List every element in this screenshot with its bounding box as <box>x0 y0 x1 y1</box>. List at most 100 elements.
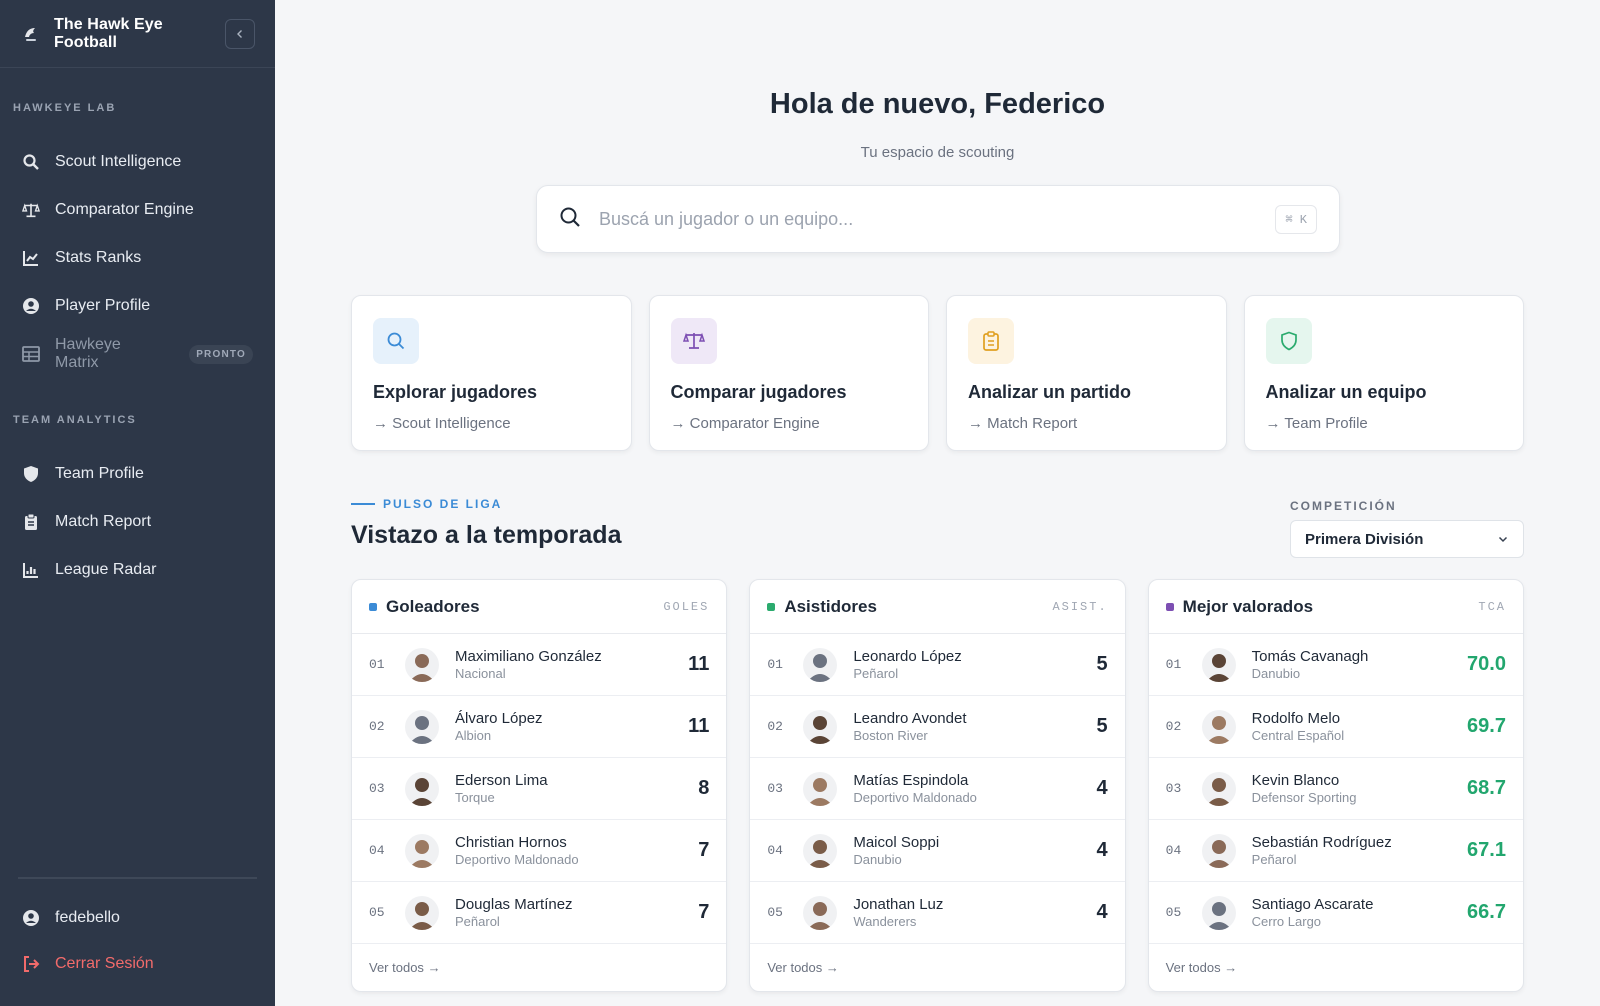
card-subtitle: → Team Profile <box>1266 415 1503 432</box>
logout-icon <box>22 955 40 973</box>
competition-label: COMPETICIÓN <box>1290 499 1397 513</box>
arrow-right-icon: → <box>1224 959 1238 975</box>
player-name: Sebastián Rodríguez <box>1251 834 1392 851</box>
player-avatar <box>1201 895 1236 930</box>
list-item[interactable]: 01 Maximiliano González Nacional 11 <box>352 634 727 696</box>
stat-value: 4 <box>1096 777 1108 799</box>
global-search[interactable]: ⌘ K <box>536 185 1340 253</box>
player-avatar <box>1201 647 1236 682</box>
sidebar-item-label: Comparator Engine <box>55 201 194 218</box>
list-item[interactable]: 04 Maicol Soppi Danubio 4 <box>750 820 1125 882</box>
player-avatar <box>803 771 838 806</box>
list-item[interactable]: 03 Kevin Blanco Defensor Sporting 68.7 <box>1148 758 1523 820</box>
list-item[interactable]: 01 Tomás Cavanagh Danubio 70.0 <box>1148 634 1523 696</box>
logout-button[interactable]: Cerrar Sesión <box>0 941 275 987</box>
rank: 01 <box>767 657 783 672</box>
clipboard-icon <box>22 513 40 531</box>
player-team: Danubio <box>1251 666 1301 681</box>
leaderboards: Goleadores GOLES 01 Maximiliano González… <box>351 579 1524 992</box>
list-item[interactable]: 01 Leonardo López Peñarol 5 <box>750 634 1125 696</box>
player-avatar <box>1201 771 1236 806</box>
list-item[interactable]: 02 Rodolfo Melo Central Español 69.7 <box>1148 696 1523 758</box>
main-content: Hola de nuevo, Federico Tu espacio de sc… <box>275 0 1600 1006</box>
leaderboard-asistidores: Asistidores ASIST. 01 Leonardo López Peñ… <box>749 579 1126 992</box>
competition-select[interactable]: Primera División <box>1290 520 1524 558</box>
collapse-sidebar-button[interactable] <box>225 18 255 49</box>
list-item[interactable]: 05 Jonathan Luz Wanderers 4 <box>750 882 1125 944</box>
user-profile-link[interactable]: fedebello <box>0 895 275 941</box>
player-name: Jonathan Luz <box>853 896 944 913</box>
stat-value: 7 <box>698 839 710 861</box>
greeting-subtitle: Tu espacio de scouting <box>860 144 1015 161</box>
list-item[interactable]: 02 Leandro Avondet Boston River 5 <box>750 696 1125 758</box>
quick-action-card-analizar-un-equipo[interactable]: Analizar un equipo → Team Profile <box>1243 295 1524 451</box>
list-item[interactable]: 02 Álvaro López Albion 11 <box>352 696 727 758</box>
see-all-link[interactable]: Ver todos → <box>750 944 1124 990</box>
bar-chart-icon <box>22 561 40 579</box>
player-name: Christian Hornos <box>455 834 567 851</box>
scale-icon <box>22 201 40 219</box>
player-name: Santiago Ascarate <box>1251 896 1374 913</box>
season-title: Vistazo a la temporada <box>351 521 622 549</box>
username: fedebello <box>55 909 120 926</box>
sidebar-item-player-profile[interactable]: Player Profile <box>0 282 275 330</box>
search-icon <box>559 206 581 233</box>
sidebar-item-match-report[interactable]: Match Report <box>0 498 275 546</box>
card-subtitle-label: Scout Intelligence <box>392 415 511 432</box>
legend-dot <box>1165 602 1174 611</box>
list-item[interactable]: 04 Christian Hornos Deportivo Maldonado … <box>352 820 727 882</box>
quick-action-card-analizar-un-partido[interactable]: Analizar un partido → Match Report <box>946 295 1227 451</box>
sidebar-item-stats-ranks[interactable]: Stats Ranks <box>0 234 275 282</box>
rank: 05 <box>767 905 783 920</box>
player-team: Central Español <box>1251 728 1345 743</box>
player-team: Wanderers <box>853 914 917 929</box>
arrow-right-icon: → <box>373 415 393 432</box>
search-icon <box>22 153 40 171</box>
see-all-label: Ver todos <box>369 959 424 975</box>
card-title: Comparar jugadores <box>670 382 847 402</box>
leaderboard-goleadores: Goleadores GOLES 01 Maximiliano González… <box>351 579 728 992</box>
app-title: The Hawk Eye Football <box>54 15 163 51</box>
sidebar-item-label: Stats Ranks <box>55 249 142 266</box>
sidebar: The Hawk Eye Football HAWKEYE LAB Scout … <box>0 0 275 1006</box>
see-all-link[interactable]: Ver todos → <box>352 944 726 990</box>
list-item[interactable]: 03 Matías Espindola Deportivo Maldonado … <box>750 758 1125 820</box>
legend-dot <box>767 602 776 611</box>
stat-value: 8 <box>698 777 710 799</box>
coming-soon-badge: PRONTO <box>189 344 253 364</box>
rank: 02 <box>767 719 783 734</box>
section-label-team-analytics: TEAM ANALYTICS <box>13 414 137 426</box>
rank: 04 <box>369 843 385 858</box>
sidebar-item-label: Hawkeye Matrix <box>55 336 121 371</box>
sidebar-item-scout-intelligence[interactable]: Scout Intelligence <box>0 138 275 186</box>
card-subtitle-label: Comparator Engine <box>689 415 820 432</box>
sidebar-item-comparator-engine[interactable]: Comparator Engine <box>0 186 275 234</box>
sidebar-item-team-profile[interactable]: Team Profile <box>0 450 275 498</box>
table-icon <box>22 345 40 363</box>
card-subtitle: → Scout Intelligence <box>373 415 610 432</box>
leaderboard-title: Goleadores <box>386 596 480 616</box>
leaderboard-title: Mejor valorados <box>1182 596 1314 616</box>
metric-label: ASIST. <box>1052 599 1108 614</box>
player-name: Maicol Soppi <box>853 834 940 851</box>
arrow-right-icon: → <box>825 959 839 975</box>
list-item[interactable]: 04 Sebastián Rodríguez Peñarol 67.1 <box>1148 820 1523 882</box>
player-name: Álvaro López <box>455 710 543 727</box>
card-subtitle: → Match Report <box>968 415 1205 432</box>
list-item[interactable]: 03 Ederson Lima Torque 8 <box>352 758 727 820</box>
list-item[interactable]: 05 Douglas Martínez Peñarol 7 <box>352 882 727 944</box>
list-item[interactable]: 05 Santiago Ascarate Cerro Largo 66.7 <box>1148 882 1523 944</box>
search-input[interactable] <box>599 208 1276 230</box>
leaderboard-header: Mejor valorados TCA <box>1148 580 1523 634</box>
sidebar-item-league-radar[interactable]: League Radar <box>0 546 275 594</box>
player-name: Douglas Martínez <box>455 896 573 913</box>
rank: 03 <box>1165 781 1182 796</box>
quick-action-card-comparar-jugadores[interactable]: Comparar jugadores → Comparator Engine <box>648 295 929 451</box>
sidebar-item-label: Player Profile <box>55 297 151 314</box>
rank: 02 <box>369 719 385 734</box>
card-title: Analizar un partido <box>968 382 1132 402</box>
sidebar-item-hawkeye-matrix[interactable]: Hawkeye Matrix PRONTO <box>0 330 275 378</box>
quick-action-card-explorar-jugadores[interactable]: Explorar jugadores → Scout Intelligence <box>351 295 632 451</box>
arrow-right-icon: → <box>670 415 690 432</box>
see-all-link[interactable]: Ver todos → <box>1149 944 1523 990</box>
